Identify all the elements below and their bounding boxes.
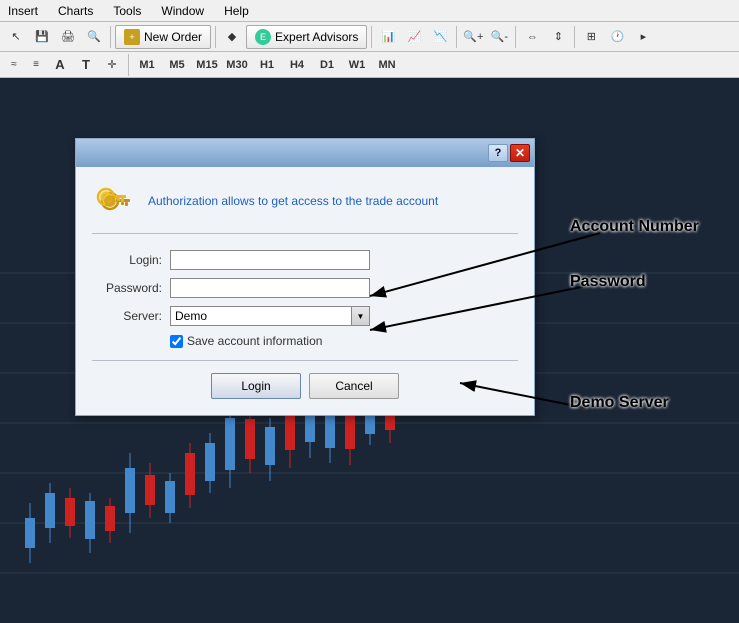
dialog-close-button[interactable]: ✕ (510, 144, 530, 162)
keys-icon (92, 179, 136, 223)
new-order-label: New Order (144, 30, 202, 44)
save-info-row: Save account information (170, 334, 518, 348)
expert-advisors-label: Expert Advisors (275, 30, 358, 44)
dialog-buttons: Login Cancel (92, 373, 518, 399)
menu-window[interactable]: Window (157, 2, 208, 20)
new-order-icon: + (124, 29, 140, 45)
tb-chart3-btn[interactable]: 📉 (428, 25, 452, 49)
toolbar-separator-1 (110, 26, 111, 48)
expert-advisors-button[interactable]: E Expert Advisors (246, 25, 367, 49)
login-row: Login: (92, 250, 518, 270)
tb-t-btn[interactable]: T (74, 53, 98, 77)
dialog-titlebar: ? ✕ (76, 139, 534, 167)
dialog-divider (92, 360, 518, 361)
tf-m30[interactable]: M30 (223, 55, 251, 75)
login-dialog: ? ✕ (75, 138, 535, 416)
tb-save-btn[interactable]: 💾 (30, 25, 54, 49)
dialog-header: Authorization allows to get access to th… (92, 179, 518, 234)
menu-insert[interactable]: Insert (4, 2, 42, 20)
tb-crosshair-btn[interactable]: ✛ (100, 53, 124, 77)
save-info-label: Save account information (187, 334, 322, 348)
tb-scale1-btn[interactable]: ⇔ (520, 25, 544, 49)
tb-chart2-btn[interactable]: 📈 (402, 25, 426, 49)
tf-m5[interactable]: M5 (163, 55, 191, 75)
tb-print-btn[interactable]: 🖨 (56, 25, 80, 49)
toolbar-separator-2 (215, 26, 216, 48)
login-button[interactable]: Login (211, 373, 301, 399)
dialog-description: Authorization allows to get access to th… (148, 194, 438, 208)
toolbar-separator-6 (574, 26, 575, 48)
account-number-annotation: Account Number (570, 218, 699, 236)
tf-d1[interactable]: D1 (313, 55, 341, 75)
expert-advisors-icon: E (255, 29, 271, 45)
menu-help[interactable]: Help (220, 2, 253, 20)
toolbar-main: ↖ 💾 🖨 🔍 + New Order ◆ E Expert Advisors … (0, 22, 739, 52)
tb-chart1-btn[interactable]: 📊 (376, 25, 400, 49)
cancel-button[interactable]: Cancel (309, 373, 399, 399)
password-label: Password: (92, 281, 162, 295)
login-label: Login: (92, 253, 162, 267)
password-row: Password: (92, 278, 518, 298)
server-select-value: Demo (171, 309, 351, 323)
menu-tools[interactable]: Tools (109, 2, 145, 20)
tb-clock-btn[interactable]: 🕐 (605, 25, 629, 49)
tf-m15[interactable]: M15 (193, 55, 221, 75)
server-row: Server: Demo ▼ (92, 306, 518, 326)
toolbar-separator-5 (515, 26, 516, 48)
menu-bar: Insert Charts Tools Window Help (0, 0, 739, 22)
tb-lines-btn[interactable]: ≡ (26, 53, 46, 77)
save-info-checkbox[interactable] (170, 335, 183, 348)
tb-more-btn[interactable]: ▸ (631, 25, 655, 49)
tb-zoom-in-btn[interactable]: 🔍+ (461, 25, 485, 49)
password-input[interactable] (170, 278, 370, 298)
toolbar-separator-3 (371, 26, 372, 48)
chart-area: ? ✕ (0, 78, 739, 623)
tf-mn[interactable]: MN (373, 55, 401, 75)
menu-charts[interactable]: Charts (54, 2, 97, 20)
tf-w1[interactable]: W1 (343, 55, 371, 75)
tb-arrow-btn[interactable]: ↖ (4, 25, 28, 49)
new-order-button[interactable]: + New Order (115, 25, 211, 49)
dialog-content: Authorization allows to get access to th… (76, 167, 534, 415)
tb-diamond-btn[interactable]: ◆ (220, 25, 244, 49)
demo-server-annotation: Demo Server (570, 394, 669, 412)
dialog-help-button[interactable]: ? (488, 144, 508, 162)
toolbar-separator-tf (128, 54, 129, 76)
tb-grid-btn[interactable]: ⊞ (579, 25, 603, 49)
tb-a-btn[interactable]: A (48, 53, 72, 77)
server-label: Server: (92, 309, 162, 323)
tb-scale2-btn[interactable]: ⇕ (546, 25, 570, 49)
toolbar-separator-4 (456, 26, 457, 48)
tb-zoom-btn[interactable]: 🔍 (82, 25, 106, 49)
toolbar-timeframes: ≈ ≡ A T ✛ M1 M5 M15 M30 H1 H4 D1 W1 MN (0, 52, 739, 78)
login-input[interactable] (170, 250, 370, 270)
tf-h4[interactable]: H4 (283, 55, 311, 75)
tf-m1[interactable]: M1 (133, 55, 161, 75)
tf-h1[interactable]: H1 (253, 55, 281, 75)
server-select-arrow[interactable]: ▼ (351, 307, 369, 325)
password-annotation: Password (570, 273, 646, 291)
tb-zoom-out-btn[interactable]: 🔍- (487, 25, 511, 49)
server-select[interactable]: Demo ▼ (170, 306, 370, 326)
tb-indicator-btn[interactable]: ≈ (4, 53, 24, 77)
